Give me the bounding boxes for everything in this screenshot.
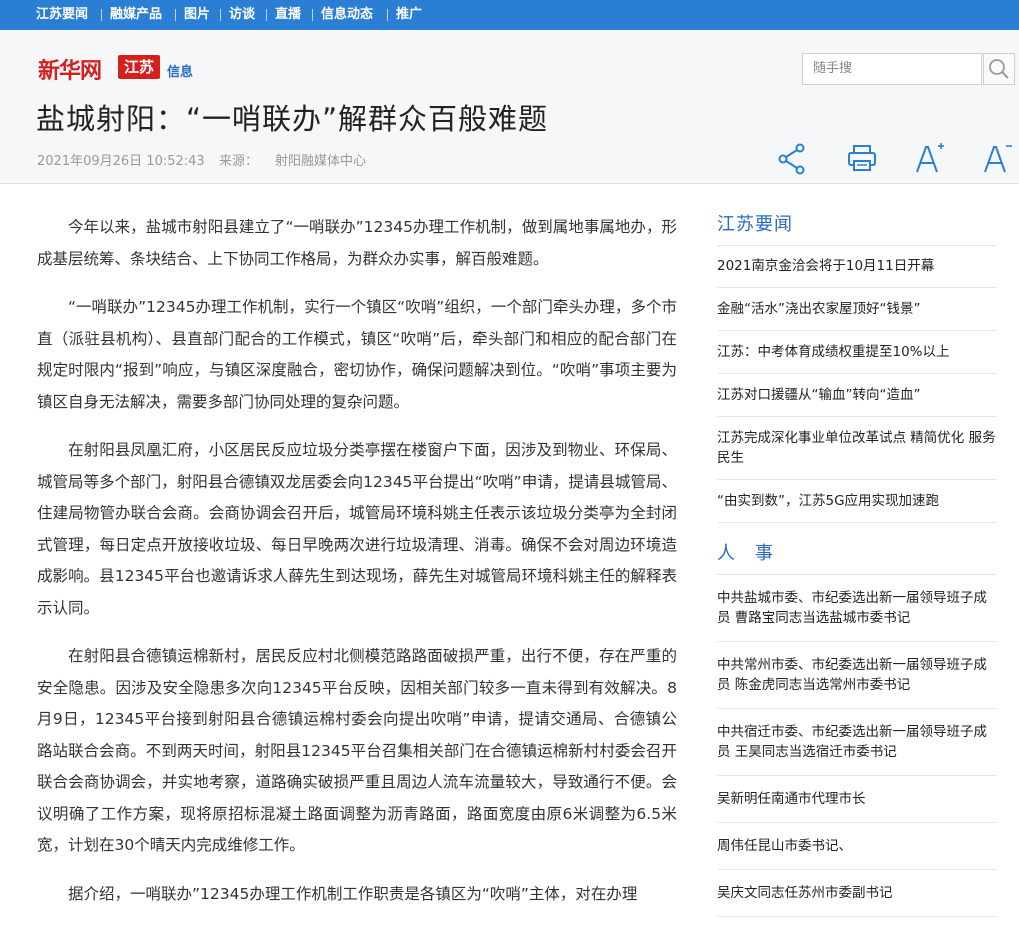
- nav-divider: [220, 9, 221, 21]
- nav-item-promotion[interactable]: 推广: [396, 0, 422, 30]
- nav-divider: [175, 9, 176, 21]
- list-item[interactable]: 江苏：中考体育成绩权重提至10%以上: [717, 331, 997, 374]
- nav-divider: [266, 9, 267, 21]
- article-paragraph: “一哨联办”12345办理工作机制，实行一个镇区“吹哨”组织，一个部门牵头办理，…: [37, 298, 677, 411]
- article-header: 新华网 江苏 信息 随手搜 盐城射阳：“一哨联办”解群众百般难题 2021年09…: [0, 30, 1019, 184]
- nav-item-live[interactable]: 直播: [275, 0, 301, 30]
- list-item[interactable]: 中共盐城市委、市纪委选出新一届领导班子成员 曹路宝同志当选盐城市委书记: [717, 575, 997, 642]
- sidebar-heading-jiangsu-news[interactable]: 江苏要闻: [717, 210, 997, 246]
- publish-date: 2021年09月26日 10:52:43: [37, 154, 205, 169]
- print-icon: [848, 145, 876, 171]
- article-paragraph: 据介绍，一哨联办”12345办理工作机制工作职责是各镇区为“吹哨”主体，对在办理: [68, 884, 638, 903]
- article-paragraph: 在射阳县合德镇运棉新村，居民反应村北侧模范路路面破损严重，出行不便，存在严重的安…: [37, 647, 677, 854]
- print-button[interactable]: [845, 138, 879, 178]
- sidebar: 江苏要闻 2021南京金洽会将于10月11日开幕 金融“活水”浇出农家屋顶好“钱…: [717, 210, 997, 917]
- nav-item-pictures[interactable]: 图片: [184, 0, 210, 30]
- nav-item-info-updates[interactable]: 信息动态: [321, 0, 373, 30]
- sidebar-heading-personnel[interactable]: 人 事: [717, 539, 997, 575]
- jiangsu-badge[interactable]: 江苏: [118, 55, 160, 79]
- article-body: 今年以来，盐城市射阳县建立了“一哨联办”12345办理工作机制，做到属地事属地办…: [37, 212, 677, 927]
- source-label: 来源：: [219, 154, 259, 169]
- list-item[interactable]: 2021南京金洽会将于10月11日开幕: [717, 246, 997, 288]
- font-increase-icon: [916, 143, 944, 173]
- share-icon: [778, 143, 805, 175]
- article-paragraph: 今年以来，盐城市射阳县建立了“一哨联办”12345办理工作机制，做到属地事属地办…: [37, 218, 677, 268]
- jiangsu-news-list: 2021南京金洽会将于10月11日开幕 金融“活水”浇出农家屋顶好“钱景” 江苏…: [717, 246, 997, 523]
- search-button[interactable]: [983, 53, 1015, 85]
- list-item[interactable]: 金融“活水”浇出农家屋顶好“钱景”: [717, 288, 997, 331]
- nav-divider: [101, 9, 102, 21]
- nav-item-media-products[interactable]: 融媒产品: [110, 0, 162, 30]
- list-item[interactable]: 周伟任昆山市委书记、: [717, 823, 997, 870]
- nav-item-interviews[interactable]: 访谈: [229, 0, 255, 30]
- article-paragraph: 在射阳县凤凰汇府，小区居民反应垃圾分类亭摆在楼窗户下面，因涉及到物业、环保局、城…: [37, 441, 677, 617]
- top-nav-bar: 江苏要闻 融媒产品 图片 访谈 直播 信息动态 推广: [0, 0, 1019, 30]
- list-item[interactable]: 中共宿迁市委、市纪委选出新一届领导班子成员 王昊同志当选宿迁市委书记: [717, 709, 997, 776]
- personnel-list: 中共盐城市委、市纪委选出新一届领导班子成员 曹路宝同志当选盐城市委书记 中共常州…: [717, 575, 997, 917]
- nav-divider: [312, 9, 313, 21]
- nav-divider: [387, 9, 388, 21]
- list-item[interactable]: 吴新明任南通市代理市长: [717, 776, 997, 823]
- list-item[interactable]: 吴庆文同志任苏州市委副书记: [717, 870, 997, 917]
- channel-label[interactable]: 信息: [167, 61, 193, 80]
- font-decrease-icon: [984, 145, 1012, 173]
- font-increase-button[interactable]: [912, 138, 946, 178]
- list-item[interactable]: 江苏对口援疆从“输血”转向“造血”: [717, 374, 997, 417]
- search-icon: [989, 59, 1009, 79]
- font-decrease-button[interactable]: [980, 138, 1014, 178]
- list-item[interactable]: 中共常州市委、市纪委选出新一届领导班子成员 陈金虎同志当选常州市委书记: [717, 642, 997, 709]
- list-item[interactable]: “由实到数”，江苏5G应用实现加速跑: [717, 480, 997, 523]
- source-name: 射阳融媒体中心: [275, 154, 367, 169]
- nav-item-jiangsu-news[interactable]: 江苏要闻: [36, 0, 88, 30]
- search-input[interactable]: 随手搜: [802, 53, 982, 85]
- article-title: 盐城射阳：“一哨联办”解群众百般难题: [36, 102, 549, 136]
- xinhuanet-logo[interactable]: 新华网: [38, 53, 102, 85]
- share-button[interactable]: [775, 138, 809, 178]
- list-item[interactable]: 江苏完成深化事业单位改革试点 精简优化 服务民生: [717, 417, 997, 480]
